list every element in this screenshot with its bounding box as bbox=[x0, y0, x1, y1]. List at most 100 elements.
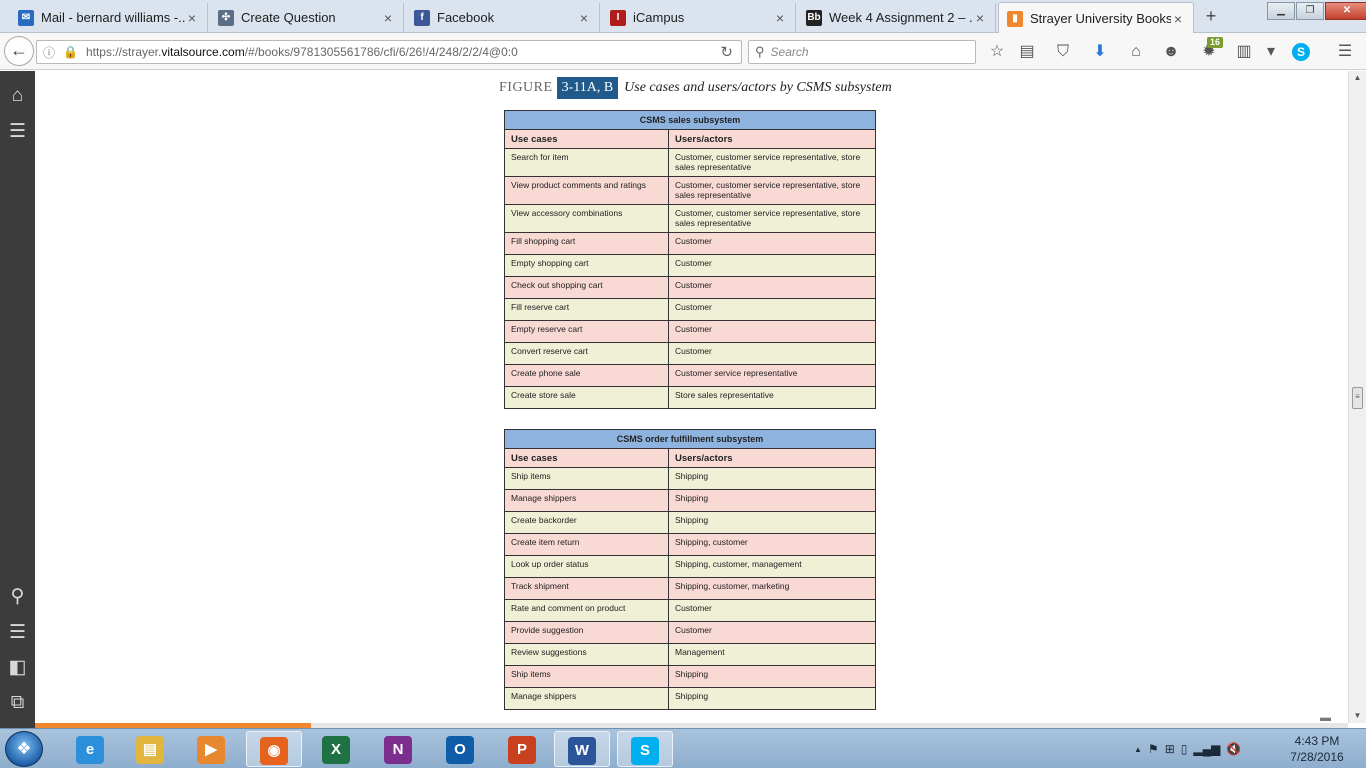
bookmark-panel-icon[interactable]: ◧ bbox=[0, 654, 35, 682]
word-glyph: W bbox=[568, 737, 596, 765]
address-bar[interactable]: ⓘ 🔒 https://strayer. vitalsource.com/#/bo… bbox=[36, 40, 742, 64]
use-case-cell: Rate and comment on product bbox=[504, 599, 669, 622]
vertical-scrollbar[interactable]: ▲ ≡ ▼ bbox=[1348, 71, 1366, 723]
bookmark-star-icon[interactable]: ☆ bbox=[986, 41, 1008, 63]
onenote-icon[interactable]: N bbox=[370, 731, 426, 767]
use-case-cell: Ship items bbox=[504, 467, 669, 490]
tab-label: Facebook bbox=[437, 10, 495, 25]
back-button[interactable]: ← bbox=[4, 36, 34, 66]
media-player-icon[interactable]: ▶ bbox=[183, 731, 239, 767]
table-row: Check out shopping cart Customer bbox=[504, 276, 876, 299]
table-row: Review suggestions Management bbox=[504, 643, 876, 666]
network-signal-icon[interactable]: ▂▄▆ bbox=[1193, 742, 1220, 756]
search-input[interactable]: ⚲ Search bbox=[748, 40, 976, 64]
outlook-icon[interactable]: O bbox=[432, 731, 488, 767]
dropdown-icon[interactable]: ▾ bbox=[1260, 41, 1282, 63]
word-icon[interactable]: W bbox=[554, 731, 610, 767]
url-prefix: https://strayer. bbox=[85, 45, 162, 59]
chat-icon[interactable]: ☻ bbox=[1160, 41, 1182, 63]
new-tab-button[interactable]: + bbox=[1200, 6, 1222, 27]
use-case-cell: Manage shippers bbox=[504, 687, 669, 710]
info-icon[interactable]: ⓘ bbox=[43, 44, 55, 61]
skype-icon[interactable]: S bbox=[1292, 43, 1310, 61]
tab-3[interactable]: f Facebook × bbox=[406, 3, 600, 32]
page-menu-icon[interactable]: ▬ bbox=[1320, 712, 1331, 724]
tab-close-icon[interactable]: × bbox=[577, 10, 591, 26]
tab-label: Week 4 Assignment 2 – ... bbox=[829, 10, 973, 25]
volume-muted-icon[interactable]: 🔇 bbox=[1226, 742, 1241, 756]
figure-number: 3-11A, B bbox=[556, 77, 619, 99]
table-row: View accessory combinations Customer, cus… bbox=[504, 204, 876, 233]
table-row: View product comments and ratings Custome… bbox=[504, 176, 876, 205]
powerpoint-glyph: P bbox=[508, 736, 536, 764]
table-row: Fill shopping cart Customer bbox=[504, 232, 876, 255]
excel-icon[interactable]: X bbox=[308, 731, 364, 767]
actors-cell: Shipping bbox=[668, 511, 876, 534]
tab-close-icon[interactable]: × bbox=[973, 10, 987, 26]
reload-icon[interactable]: ↻ bbox=[720, 43, 733, 61]
tab-1[interactable]: ✉ Mail - bernard williams -... × bbox=[10, 3, 208, 32]
actors-cell: Customer service representative bbox=[668, 364, 876, 387]
tab-4[interactable]: IiCampus × bbox=[602, 3, 796, 32]
menu-icon[interactable]: ☰ bbox=[0, 118, 35, 146]
blackboard-icon: Bb bbox=[806, 9, 822, 26]
firefox-icon[interactable]: ◉ bbox=[246, 731, 302, 767]
scroll-up-icon[interactable]: ▲ bbox=[1349, 71, 1366, 85]
use-case-cell: Manage shippers bbox=[504, 489, 669, 512]
show-hidden-icons[interactable]: ▲ bbox=[1134, 745, 1142, 754]
pocket-icon[interactable]: ⛉ bbox=[1052, 41, 1074, 63]
tab-5[interactable]: Bb Week 4 Assignment 2 – ... × bbox=[798, 3, 996, 32]
actors-cell: Customer bbox=[668, 232, 876, 255]
use-case-cell: Fill shopping cart bbox=[504, 232, 669, 255]
tab-close-icon[interactable]: × bbox=[185, 10, 199, 26]
actors-cell: Shipping, customer bbox=[668, 533, 876, 556]
facebook-icon: f bbox=[414, 9, 430, 26]
home-icon[interactable]: ⌂ bbox=[0, 82, 35, 110]
table-row: Rate and comment on product Customer bbox=[504, 599, 876, 622]
clipboard-icon[interactable]: ▥ bbox=[1233, 41, 1255, 63]
reading-list-icon[interactable]: ▤ bbox=[1016, 41, 1038, 63]
column-header-use-cases: Use cases bbox=[504, 129, 669, 149]
internet-explorer-glyph: e bbox=[76, 736, 104, 764]
use-case-cell: Track shipment bbox=[504, 577, 669, 600]
scroll-down-icon[interactable]: ▼ bbox=[1349, 709, 1366, 723]
tab-strip: ✉ Mail - bernard williams -... × ✣ Create Qu… bbox=[0, 0, 1366, 34]
search-icon[interactable]: ⚲ bbox=[0, 583, 35, 611]
actors-cell: Shipping, customer, marketing bbox=[668, 577, 876, 600]
menu-icon[interactable]: ☰ bbox=[1334, 41, 1356, 63]
file-explorer-glyph: ▤ bbox=[136, 736, 164, 764]
file-explorer-icon[interactable]: ▤ bbox=[122, 731, 178, 767]
extension-badge: 16 bbox=[1207, 37, 1224, 48]
tab-close-icon[interactable]: × bbox=[381, 10, 395, 26]
internet-explorer-icon[interactable]: e bbox=[62, 731, 118, 767]
downloads-icon[interactable]: ⬇ bbox=[1089, 41, 1111, 63]
table-row: Manage shippers Shipping bbox=[504, 489, 876, 512]
use-case-cell: Review suggestions bbox=[504, 643, 669, 666]
windows-flag-icon[interactable]: ⊞ bbox=[1165, 742, 1175, 756]
scroll-thumb[interactable]: ≡ bbox=[1352, 387, 1363, 409]
close-window-button[interactable]: ✕ bbox=[1325, 2, 1366, 20]
mail-icon: ✉ bbox=[18, 9, 34, 26]
action-center-icon[interactable]: ⚑ bbox=[1148, 742, 1159, 756]
tab-close-icon[interactable]: × bbox=[773, 10, 787, 26]
clock[interactable]: 4:43 PM 7/28/2016 bbox=[1284, 733, 1350, 765]
battery-icon[interactable]: ▯ bbox=[1181, 742, 1188, 756]
copy-icon[interactable]: ⧉ bbox=[0, 689, 35, 717]
toc-icon[interactable]: ☰ bbox=[0, 619, 35, 647]
tab-close-icon[interactable]: × bbox=[1171, 11, 1185, 27]
minimize-button[interactable]: ▁ bbox=[1267, 2, 1295, 20]
tab-label: Strayer University Books... bbox=[1030, 11, 1171, 26]
powerpoint-icon[interactable]: P bbox=[494, 731, 550, 767]
tab-6[interactable]: ▮ Strayer University Books... × bbox=[998, 2, 1194, 34]
column-header-use-cases: Use cases bbox=[504, 448, 669, 468]
table-row: Empty reserve cart Customer bbox=[504, 320, 876, 343]
use-case-cell: Empty shopping cart bbox=[504, 254, 669, 277]
skype-icon[interactable]: S bbox=[617, 731, 673, 767]
use-case-cell: Search for item bbox=[504, 148, 669, 177]
tab-2[interactable]: ✣ Create Question × bbox=[210, 3, 404, 32]
maximize-button[interactable]: ❐ bbox=[1296, 2, 1324, 20]
use-case-cell: Convert reserve cart bbox=[504, 342, 669, 365]
start-button[interactable]: ❖ bbox=[5, 731, 43, 767]
home-icon[interactable]: ⌂ bbox=[1125, 41, 1147, 63]
system-tray: ▲ ⚑ ⊞ ▯ ▂▄▆ 🔇 bbox=[1134, 731, 1241, 767]
